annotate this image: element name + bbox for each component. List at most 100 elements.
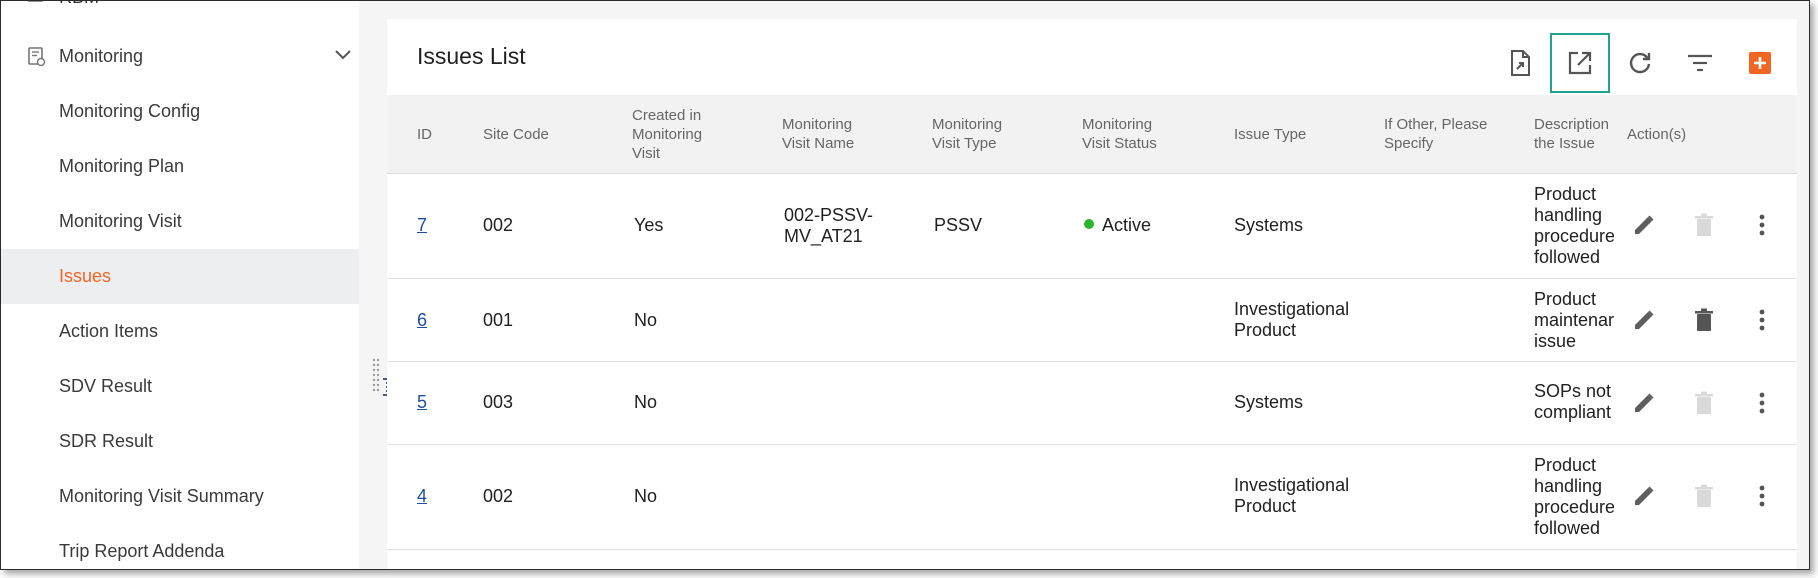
- issue-id-link[interactable]: 5: [417, 392, 427, 413]
- edit-button[interactable]: [1629, 388, 1659, 418]
- sidebar-item-label: Monitoring Visit: [59, 211, 182, 231]
- more-options-button[interactable]: [1747, 305, 1777, 335]
- description-cell: SOPs not compliant: [1534, 381, 1612, 422]
- sidebar-item-label: SDV Result: [59, 376, 153, 396]
- open-external-button[interactable]: [1550, 33, 1610, 93]
- column-header-description[interactable]: Description the Issue: [1534, 115, 1614, 155]
- column-header-visit-name[interactable]: Monitoring Visit Name: [782, 115, 872, 153]
- add-issue-button[interactable]: [1740, 43, 1780, 83]
- refresh-icon: [1629, 52, 1651, 74]
- column-header-visit-type[interactable]: Monitoring Visit Type: [932, 115, 1022, 153]
- column-header-actions: Action(s): [1627, 126, 1687, 143]
- open-external-icon: [1568, 51, 1592, 75]
- table-header: ID Site Code Created in Monitoring Visit…: [387, 95, 1797, 174]
- description-cell: Product handling procedure followed: [1534, 455, 1614, 538]
- refresh-button[interactable]: [1620, 43, 1660, 83]
- delete-button[interactable]: [1689, 210, 1719, 240]
- sidebar-item-monitoring-config[interactable]: Monitoring Config: [1, 84, 359, 139]
- edit-button[interactable]: [1629, 481, 1659, 511]
- issue-id-link[interactable]: 7: [417, 215, 427, 236]
- chevron-right-icon: [335, 0, 349, 1]
- sidebar-item-monitoring-visit-summary[interactable]: Monitoring Visit Summary: [1, 469, 359, 524]
- sidebar-item-trip-report-addenda[interactable]: Trip Report Addenda: [1, 524, 359, 569]
- column-header-id[interactable]: ID: [417, 125, 432, 144]
- description-cell: Product maintenar issue: [1534, 289, 1614, 351]
- export-button[interactable]: [1500, 43, 1540, 83]
- edit-button[interactable]: [1629, 210, 1659, 240]
- more-options-button[interactable]: [1747, 481, 1777, 511]
- sidebar-group-monitoring[interactable]: Monitoring: [1, 34, 359, 80]
- chevron-down-icon[interactable]: [334, 48, 352, 62]
- trash-icon: [1695, 484, 1713, 507]
- delete-button[interactable]: [1689, 388, 1719, 418]
- sidebar-item-action-items[interactable]: Action Items: [1, 304, 359, 359]
- visit-status-cell: Active: [1084, 215, 1151, 236]
- table-row: 6 001 No Investigational Product Product…: [387, 279, 1797, 362]
- column-header-site-code[interactable]: Site Code: [483, 125, 549, 144]
- pencil-icon: [1635, 486, 1654, 505]
- created-in-visit-cell: No: [634, 392, 658, 412]
- table-row: 4 002 No Investigational Product Product…: [387, 445, 1797, 550]
- status-active-dot: [1084, 219, 1094, 230]
- more-options-button[interactable]: [1747, 210, 1777, 240]
- more-vertical-icon: [1759, 214, 1765, 236]
- visit-status-text: Active: [1102, 215, 1152, 235]
- delete-button[interactable]: [1689, 305, 1719, 335]
- site-code-cell: 001: [483, 310, 514, 330]
- sidebar-item-rbm[interactable]: RBM: [27, 0, 357, 11]
- column-header-created-in-visit[interactable]: Created in Monitoring Visit: [632, 106, 722, 163]
- issue-type-cell: Investigational Product: [1234, 299, 1350, 340]
- table-row: 5 003 No Systems SOPs not compliant: [387, 362, 1797, 445]
- issue-type-cell: Systems: [1234, 392, 1304, 412]
- issue-type-cell: Investigational Product: [1234, 475, 1350, 516]
- table-row: 7 002 Yes 002-PSSV-MV_AT21 PSSV Active S…: [387, 174, 1797, 279]
- export-document-icon: [1511, 50, 1530, 76]
- delete-button[interactable]: [1689, 481, 1719, 511]
- more-options-button[interactable]: [1747, 388, 1777, 418]
- filter-button[interactable]: [1680, 43, 1720, 83]
- column-header-visit-status[interactable]: Monitoring Visit Status: [1082, 115, 1172, 153]
- sidebar-item-label: Monitoring Visit Summary: [59, 486, 264, 506]
- created-in-visit-cell: Yes: [634, 215, 664, 235]
- sidebar-group-label: Monitoring: [59, 46, 144, 66]
- edit-button[interactable]: [1629, 305, 1659, 335]
- sidebar: RBM Monitoring Monitoring Config Monitor…: [1, 1, 359, 569]
- more-vertical-icon: [1759, 485, 1765, 507]
- report-icon: [28, 1, 43, 2]
- sidebar-item-label: Action Items: [59, 321, 159, 341]
- visit-name-cell: 002-PSSV-MV_AT21: [784, 205, 874, 246]
- site-code-cell: 003: [483, 392, 514, 412]
- trash-icon: [1695, 391, 1713, 414]
- sidebar-item-label: Monitoring Plan: [59, 156, 185, 176]
- issue-id-link[interactable]: 6: [417, 310, 427, 331]
- description-cell: Product handling procedure followed: [1534, 184, 1614, 267]
- app-window: RBM Monitoring Monitoring Config Monitor…: [0, 0, 1810, 570]
- issues-list-card: Issues List ID Site Code Created in Moni…: [387, 19, 1797, 569]
- column-header-issue-type[interactable]: Issue Type: [1234, 125, 1306, 144]
- created-in-visit-cell: No: [634, 310, 658, 330]
- more-vertical-icon: [1759, 309, 1765, 331]
- site-code-cell: 002: [483, 215, 514, 235]
- pencil-icon: [1635, 215, 1654, 234]
- issue-id-link[interactable]: 4: [417, 486, 427, 507]
- sidebar-item-issues[interactable]: Issues: [1, 249, 359, 304]
- sidebar-item-label: SDR Result: [59, 431, 154, 451]
- sidebar-item-monitoring-visit[interactable]: Monitoring Visit: [1, 194, 359, 249]
- pencil-icon: [1635, 393, 1654, 412]
- visit-type-cell: PSSV: [934, 215, 983, 235]
- page-title: Issues List: [417, 43, 526, 69]
- sidebar-item-label: RBM: [59, 1, 99, 8]
- monitoring-icon: [28, 47, 46, 67]
- sidebar-item-label: Trip Report Addenda: [59, 541, 225, 561]
- sidebar-item-monitoring-plan[interactable]: Monitoring Plan: [1, 139, 359, 194]
- sidebar-item-label: Issues: [59, 266, 112, 286]
- column-header-if-other[interactable]: If Other, Please Specify: [1384, 115, 1504, 153]
- sidebar-item-sdr-result[interactable]: SDR Result: [1, 414, 359, 469]
- trash-icon: [1695, 213, 1713, 236]
- sidebar-item-sdv-result[interactable]: SDV Result: [1, 359, 359, 414]
- created-in-visit-cell: No: [634, 486, 658, 506]
- filter-icon: [1688, 54, 1712, 72]
- site-code-cell: 002: [483, 486, 514, 506]
- panel-resize-handle[interactable]: [372, 357, 380, 397]
- sidebar-item-label: Monitoring Config: [59, 101, 201, 121]
